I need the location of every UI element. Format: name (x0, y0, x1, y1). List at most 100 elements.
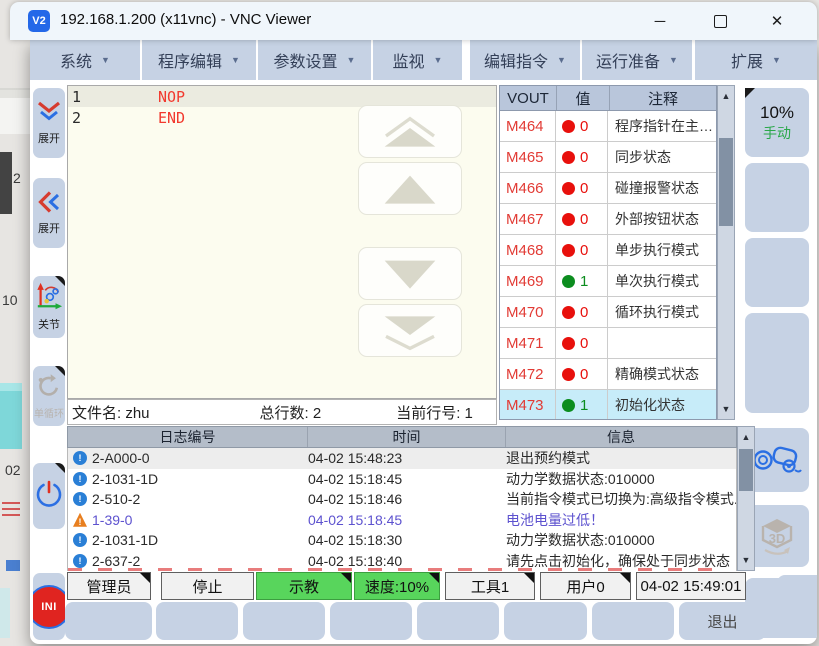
column-header: VOUT (500, 86, 557, 110)
backdrop-fragment (6, 560, 20, 571)
vout-comment: 同步状态 (608, 142, 716, 172)
chevron-down-icon: ▼ (669, 55, 678, 65)
close-button[interactable]: ✕ (755, 2, 799, 40)
status-label: 速度:10% (365, 576, 429, 597)
scroll-up-icon[interactable]: ▲ (738, 429, 754, 445)
speed-value: 10% (760, 103, 794, 123)
bottom-blank-button[interactable] (417, 602, 499, 640)
vout-scrollbar[interactable]: ▲ ▼ (717, 85, 735, 420)
menu-extension[interactable]: 扩展 ▼ (695, 40, 817, 80)
table-row-selected[interactable]: M473 1 初始化状态 (500, 390, 716, 420)
minimize-button[interactable]: ─ (638, 2, 682, 40)
status-cell-tool[interactable]: 工具1 (445, 572, 535, 600)
vout-comment (608, 328, 716, 358)
backdrop-fragment (0, 383, 22, 449)
menu-run-preparation[interactable]: 运行准备 ▼ (582, 40, 692, 80)
log-scrollbar[interactable]: ▲ ▼ (737, 426, 755, 571)
log-id: 2-1031-1D (92, 532, 308, 548)
line-up-button[interactable] (358, 162, 462, 215)
log-row[interactable]: ! 2-510-2 04-02 15:18:46 当前指令模式已切换为:高级指令… (68, 489, 736, 510)
state-dot (562, 182, 575, 195)
cube-3d-icon: 3D (755, 514, 799, 558)
log-row[interactable]: ! 2-1031-1D 04-02 15:18:45 动力学数据状态:01000… (68, 469, 736, 490)
line-text: NOP (158, 88, 185, 106)
menu-monitor[interactable]: 监视 ▼ (373, 40, 462, 80)
status-cell-user[interactable]: 用户0 (540, 572, 631, 600)
status-label: 停止 (192, 576, 222, 597)
status-cell-speed[interactable]: 速度:10% (354, 572, 440, 600)
menu-system[interactable]: 系统 ▼ (30, 40, 140, 80)
table-row[interactable]: M465 0 同步状态 (500, 142, 716, 173)
vout-table-header: VOUT 值 注释 (500, 86, 716, 111)
log-row[interactable]: ! 2-A000-0 04-02 15:48:23 退出预约模式 (68, 448, 736, 469)
exit-button[interactable]: 退出 (679, 602, 766, 640)
table-row[interactable]: M472 0 精确模式状态 (500, 359, 716, 390)
scroll-down-icon[interactable]: ▼ (738, 552, 754, 568)
log-message: 动力学数据状态:010000 (506, 530, 736, 550)
sidebar-expand-down-button[interactable]: 展开 (33, 88, 65, 158)
state-dot (562, 275, 575, 288)
table-row[interactable]: M470 0 循环执行模式 (500, 297, 716, 328)
warning-icon: ! (73, 513, 87, 527)
vout-name: M469 (500, 266, 556, 296)
bottom-blank-button[interactable] (156, 602, 238, 640)
scrollbar-thumb[interactable] (719, 138, 733, 226)
right-panel-blank-button[interactable] (745, 163, 809, 232)
table-row[interactable]: M471 0 (500, 328, 716, 359)
bottom-blank-button[interactable] (592, 602, 674, 640)
bottom-blank-button[interactable] (504, 602, 587, 640)
bottom-tall-blank-button[interactable] (777, 575, 817, 638)
state-dot (562, 306, 575, 319)
sidebar-power-button[interactable] (33, 463, 65, 529)
vout-value: 0 (580, 180, 588, 197)
log-table-body: ! 2-A000-0 04-02 15:48:23 退出预约模式 ! 2-103… (67, 448, 737, 571)
maximize-button[interactable] (698, 2, 742, 40)
table-row[interactable]: M469 1 单次执行模式 (500, 266, 716, 297)
log-row-warning[interactable]: ! 1-39-0 04-02 15:18:45 电池电量过低！ (68, 510, 736, 531)
vout-comment: 单步执行模式 (608, 235, 716, 265)
sidebar-ini-button[interactable]: INI (33, 573, 65, 640)
table-row[interactable]: M464 0 程序指针在主… (500, 111, 716, 142)
state-dot (562, 399, 575, 412)
scroll-up-icon[interactable]: ▲ (718, 88, 734, 104)
window-titlebar[interactable]: V2 192.168.1.200 (x11vnc) - VNC Viewer ─… (10, 2, 817, 40)
bottom-blank-button[interactable] (65, 602, 152, 640)
log-message: 当前指令模式已切换为:高级指令模式. (506, 489, 736, 509)
page-down-button[interactable] (358, 304, 462, 357)
log-message: 退出预约模式 (506, 448, 736, 468)
vout-value: 0 (580, 149, 588, 166)
status-cell-teach[interactable]: 示教 (256, 572, 352, 600)
log-time: 04-02 15:18:45 (308, 512, 506, 528)
menu-edit-instruction[interactable]: 编辑指令 ▼ (470, 40, 580, 80)
log-time: 04-02 15:48:23 (308, 450, 506, 466)
page-up-button[interactable] (358, 105, 462, 158)
status-cell-stop[interactable]: 停止 (161, 572, 254, 600)
right-panel-blank-button[interactable] (745, 313, 809, 413)
column-header: 信息 (506, 427, 736, 447)
vout-table: VOUT 值 注释 M464 0 程序指针在主… M465 0 同步状态 M46… (499, 85, 717, 420)
program-editor[interactable]: 1 NOP 2 END (67, 85, 497, 399)
menu-program-edit[interactable]: 程序编辑 ▼ (142, 40, 256, 80)
speed-mode-button[interactable]: 10% 手动 (745, 88, 809, 157)
table-row[interactable]: M468 0 单步执行模式 (500, 235, 716, 266)
log-message: 动力学数据状态:010000 (506, 469, 736, 489)
menu-parameter-settings[interactable]: 参数设置 ▼ (258, 40, 371, 80)
right-panel-blank-button[interactable] (745, 238, 809, 307)
scrollbar-thumb[interactable] (739, 449, 753, 491)
table-row[interactable]: M466 0 碰撞报警状态 (500, 173, 716, 204)
status-datetime: 04-02 15:49:01 (636, 572, 746, 600)
backdrop-fragment (2, 502, 20, 504)
bottom-blank-button[interactable] (330, 602, 412, 640)
scroll-down-icon[interactable]: ▼ (718, 401, 734, 417)
status-cell-admin[interactable]: 管理员 (67, 572, 151, 600)
bottom-blank-button[interactable] (243, 602, 325, 640)
gamepad-icon (751, 440, 803, 480)
program-line[interactable]: 1 NOP (68, 86, 496, 107)
menu-label: 系统 (60, 48, 92, 72)
line-down-button[interactable] (358, 247, 462, 300)
table-row[interactable]: M467 0 外部按钮状态 (500, 204, 716, 235)
log-row[interactable]: ! 2-1031-1D 04-02 15:18:30 动力学数据状态:01000… (68, 530, 736, 551)
sidebar-expand-left-button[interactable]: 展开 (33, 178, 65, 248)
vout-comment: 外部按钮状态 (608, 204, 716, 234)
sidebar-joint-mode-button[interactable]: 关节 (33, 276, 65, 338)
